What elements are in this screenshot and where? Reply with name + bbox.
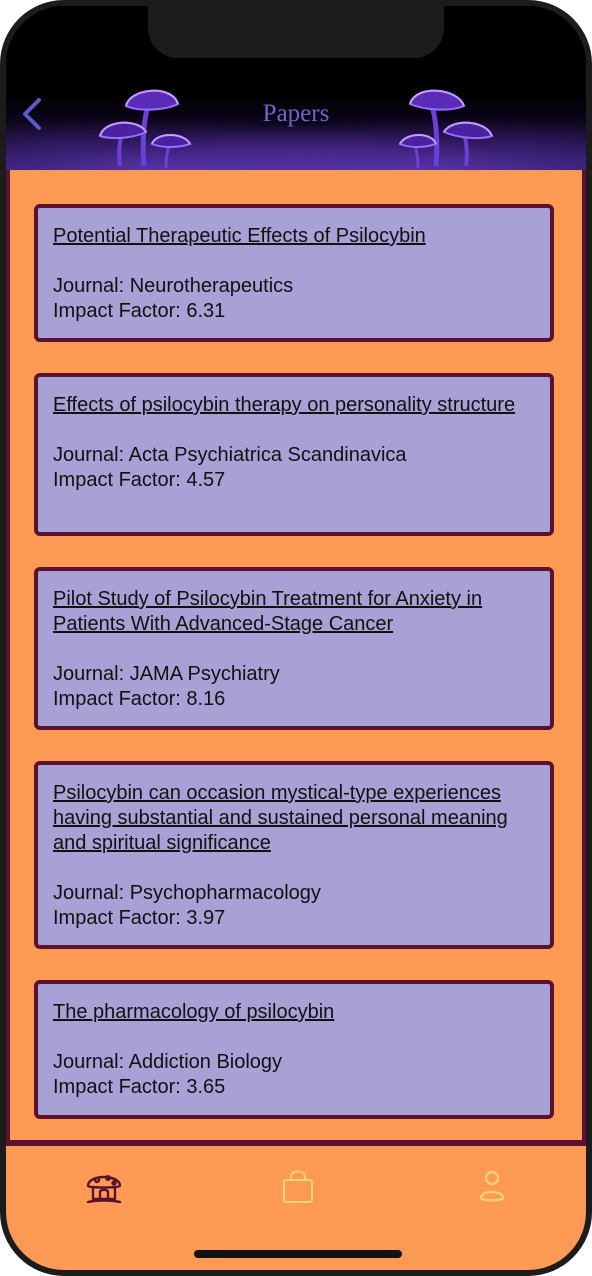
- home-indicator: [194, 1250, 402, 1258]
- paper-journal: Journal: Acta Psychiatrica Scandinavica: [53, 444, 407, 466]
- paper-card[interactable]: Psilocybin can occasion mystical-type ex…: [34, 761, 554, 949]
- papers-list[interactable]: Potential Therapeutic Effects of Psilocy…: [10, 170, 582, 1140]
- paper-impact-factor: Impact Factor: 3.65: [53, 1076, 226, 1098]
- paper-impact-factor: Impact Factor: 4.57: [53, 469, 226, 491]
- paper-card[interactable]: Pilot Study of Psilocybin Treatment for …: [34, 567, 554, 730]
- tab-profile[interactable]: [472, 1166, 512, 1206]
- paper-card[interactable]: The pharmacology of psilocybin Journal: …: [34, 980, 554, 1119]
- paper-card[interactable]: Effects of psilocybin therapy on persona…: [34, 373, 554, 536]
- shopping-bag-icon: [283, 1170, 313, 1203]
- paper-journal: Journal: Neurotherapeutics: [53, 275, 294, 297]
- paper-journal: Journal: Addiction Biology: [53, 1051, 283, 1073]
- paper-card[interactable]: Potential Therapeutic Effects of Psilocy…: [34, 204, 554, 342]
- paper-impact-factor: Impact Factor: 6.31: [53, 300, 226, 322]
- device-frame: Papers Potential Therapeutic Effects of …: [0, 0, 592, 1276]
- paper-title-link[interactable]: Potential Therapeutic Effects of Psilocy…: [53, 224, 534, 249]
- screen: Papers Potential Therapeutic Effects of …: [6, 6, 586, 1270]
- papers-list-container: Potential Therapeutic Effects of Psilocy…: [6, 170, 586, 1146]
- paper-title-link[interactable]: Pilot Study of Psilocybin Treatment for …: [53, 587, 534, 637]
- paper-impact-factor: Impact Factor: 8.16: [53, 688, 226, 710]
- mushroom-house-icon: [86, 1174, 122, 1204]
- notch: [148, 6, 444, 58]
- paper-impact-factor: Impact Factor: 3.97: [53, 907, 226, 929]
- profile-icon: [479, 1170, 505, 1202]
- paper-title-link[interactable]: Effects of psilocybin therapy on persona…: [53, 393, 534, 418]
- paper-journal: Journal: JAMA Psychiatry: [53, 663, 280, 685]
- paper-title-link[interactable]: Psilocybin can occasion mystical-type ex…: [53, 781, 534, 856]
- tab-shop[interactable]: [278, 1166, 318, 1206]
- paper-title-link[interactable]: The pharmacology of psilocybin: [53, 1000, 534, 1025]
- mushroom-icon: [398, 89, 494, 169]
- tab-home[interactable]: [84, 1166, 124, 1206]
- paper-journal: Journal: Psychopharmacology: [53, 882, 321, 904]
